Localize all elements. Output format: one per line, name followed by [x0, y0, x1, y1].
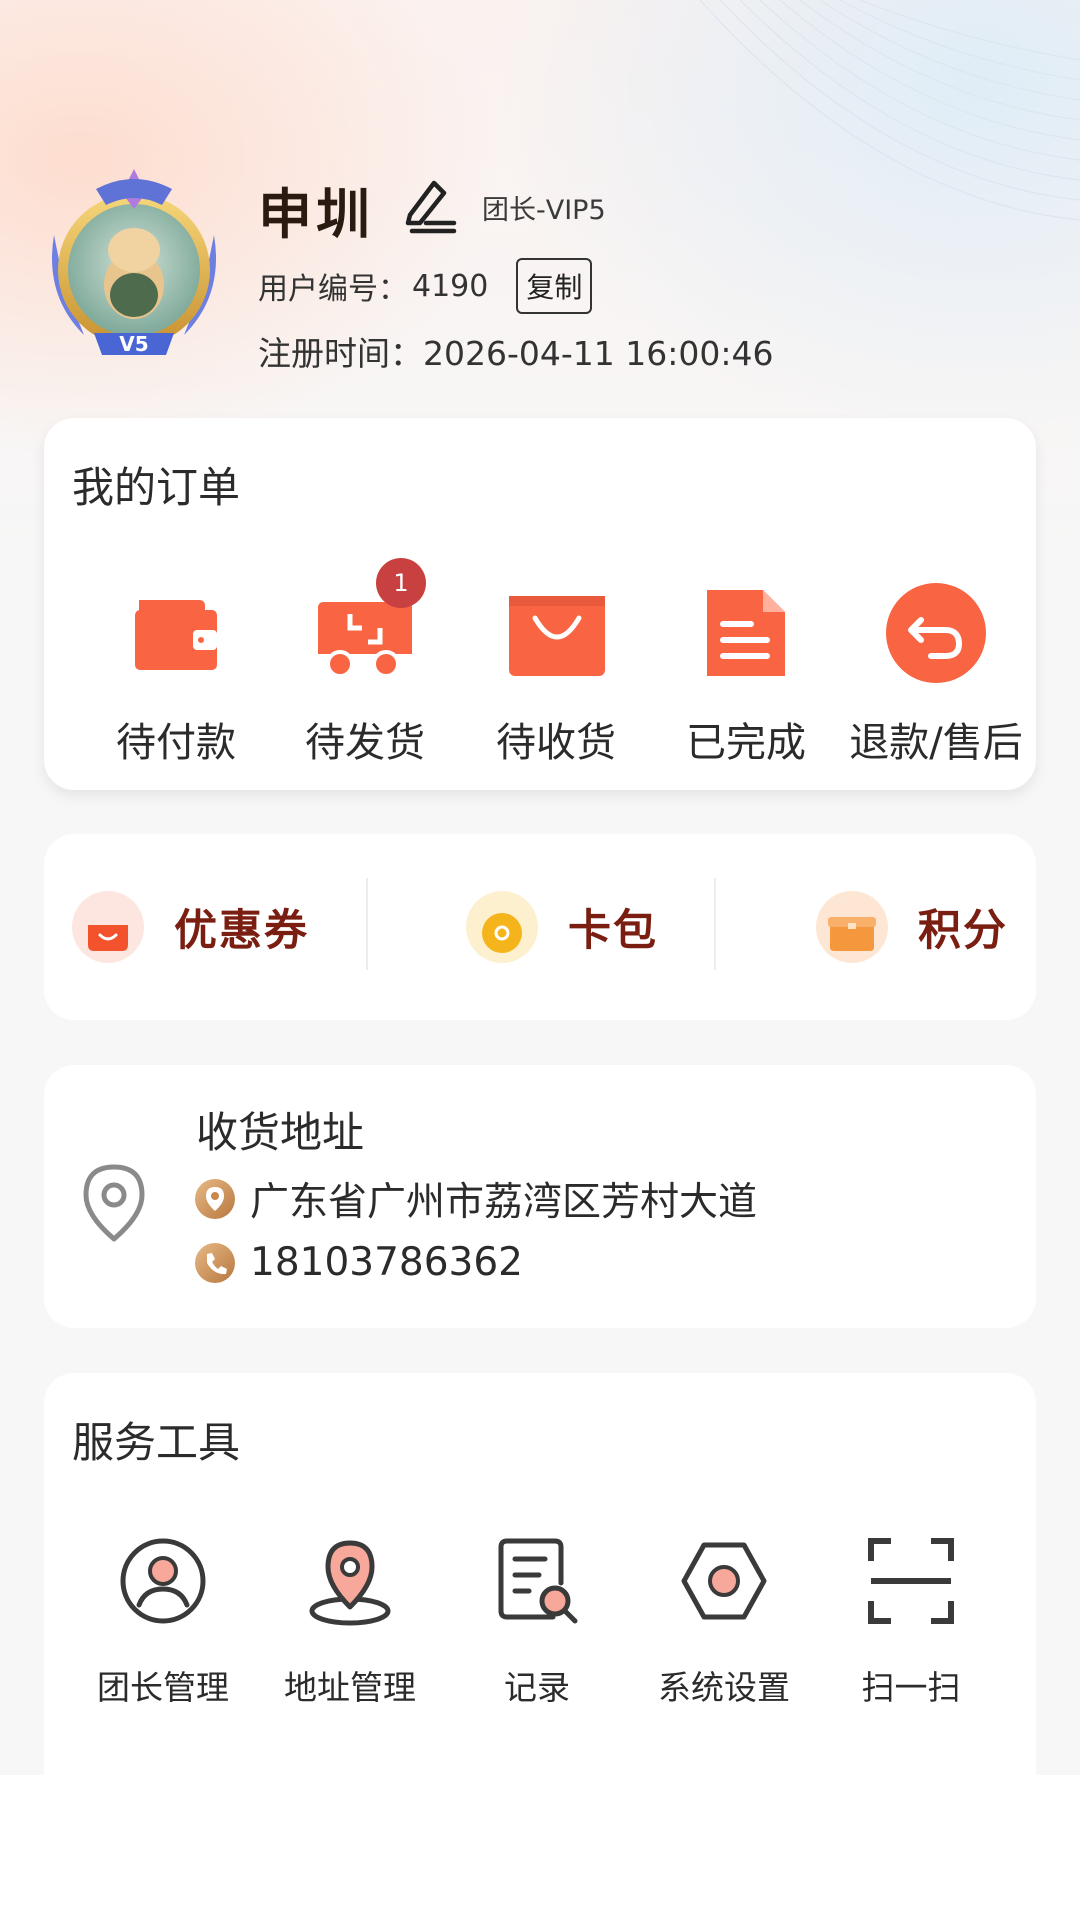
map-pin-icon	[309, 1540, 391, 1626]
register-time-row: 注册时间：2026-04-11 16:00:46	[258, 327, 773, 375]
orders-title: 我的订单	[72, 463, 241, 512]
tool-leader-management[interactable]: 团长管理	[68, 1533, 258, 1709]
wallet-icon	[121, 578, 231, 688]
member-level: 团长-VIP5	[482, 195, 606, 226]
phone-icon	[195, 1242, 235, 1283]
tool-label: 团长管理	[97, 1668, 229, 1707]
tools-card: 服务工具 团长管理 地址管理 记录 系统设置 扫一扫	[44, 1373, 1036, 1775]
asset-label: 优惠券	[174, 906, 309, 956]
assets-card: 优惠券 卡包 积分	[44, 834, 1036, 1020]
divider	[714, 878, 716, 970]
order-label: 已完成	[686, 720, 806, 766]
register-time-label: 注册时间：	[258, 334, 423, 373]
address-title: 收货地址	[196, 1108, 365, 1157]
user-circle-icon	[120, 1538, 206, 1624]
address-phone-row: 18103786362	[194, 1240, 523, 1285]
document-icon	[691, 578, 801, 688]
truck-icon: 1	[310, 558, 426, 688]
user-id-row: 用户编号： 4190 复制	[258, 258, 593, 314]
tool-records[interactable]: 记录	[442, 1533, 632, 1709]
order-label: 待收货	[496, 720, 616, 766]
order-label: 待付款	[116, 720, 236, 766]
order-refund-aftersale[interactable]: 退款/售后	[836, 578, 1036, 768]
coupon-entry[interactable]: 优惠券	[72, 890, 309, 964]
address-location-row: 广东省广州市荔湾区芳村大道	[194, 1171, 757, 1227]
order-label: 退款/售后	[849, 720, 1023, 766]
order-pending-receipt[interactable]: 待收货	[456, 578, 656, 768]
address-location-text: 广东省广州市荔湾区芳村大道	[250, 1180, 758, 1225]
points-entry[interactable]: 积分	[816, 890, 1008, 964]
edit-icon[interactable]	[400, 175, 460, 235]
copy-button[interactable]: 复制	[516, 258, 593, 314]
user-id-label: 用户编号：	[258, 272, 408, 307]
location-pin-icon	[83, 1164, 145, 1242]
avatar-level-badge: V5	[119, 332, 148, 356]
tool-system-settings[interactable]: 系统设置	[629, 1533, 819, 1709]
address-phone-text: 18103786362	[250, 1240, 523, 1285]
decorative-lines	[700, 0, 1080, 221]
tool-label: 扫一扫	[861, 1668, 961, 1707]
asset-label: 积分	[918, 906, 1008, 956]
order-completed[interactable]: 已完成	[646, 578, 846, 768]
tool-label: 系统设置	[658, 1668, 790, 1707]
orders-card: 我的订单 待付款 1 待发货 待收货 已完成 退款/售后	[44, 418, 1036, 790]
register-time-value: 2026-04-11 16:00:46	[423, 334, 774, 373]
coupon-icon	[72, 891, 144, 963]
scan-icon	[868, 1538, 954, 1624]
tools-title: 服务工具	[72, 1418, 241, 1467]
bottom-area	[0, 1775, 1080, 1920]
tool-label: 记录	[504, 1668, 570, 1707]
tool-address-management[interactable]: 地址管理	[255, 1533, 445, 1709]
hex-settings-icon	[681, 1542, 767, 1620]
avatar[interactable]: V5	[34, 165, 234, 365]
tool-label: 地址管理	[284, 1668, 416, 1707]
user-id-value: 4190	[412, 268, 489, 304]
address-card[interactable]: 收货地址 广东省广州市荔湾区芳村大道 18103786362	[44, 1065, 1036, 1328]
coin-icon	[466, 891, 538, 963]
order-pending-shipment[interactable]: 1 待发货	[265, 558, 465, 768]
tool-scan[interactable]: 扫一扫	[816, 1533, 1006, 1709]
user-name: 申圳	[258, 183, 374, 246]
order-pending-payment[interactable]: 待付款	[76, 578, 276, 768]
location-dot-icon	[195, 1179, 235, 1219]
points-box-icon	[816, 891, 888, 963]
shopping-bag-icon	[501, 578, 611, 688]
record-search-icon	[498, 1538, 578, 1624]
return-icon	[881, 578, 991, 688]
shipment-count-badge: 1	[376, 558, 426, 608]
card-wallet-entry[interactable]: 卡包	[466, 890, 658, 964]
asset-label: 卡包	[568, 906, 658, 956]
divider	[366, 878, 368, 970]
order-label: 待发货	[305, 720, 425, 766]
